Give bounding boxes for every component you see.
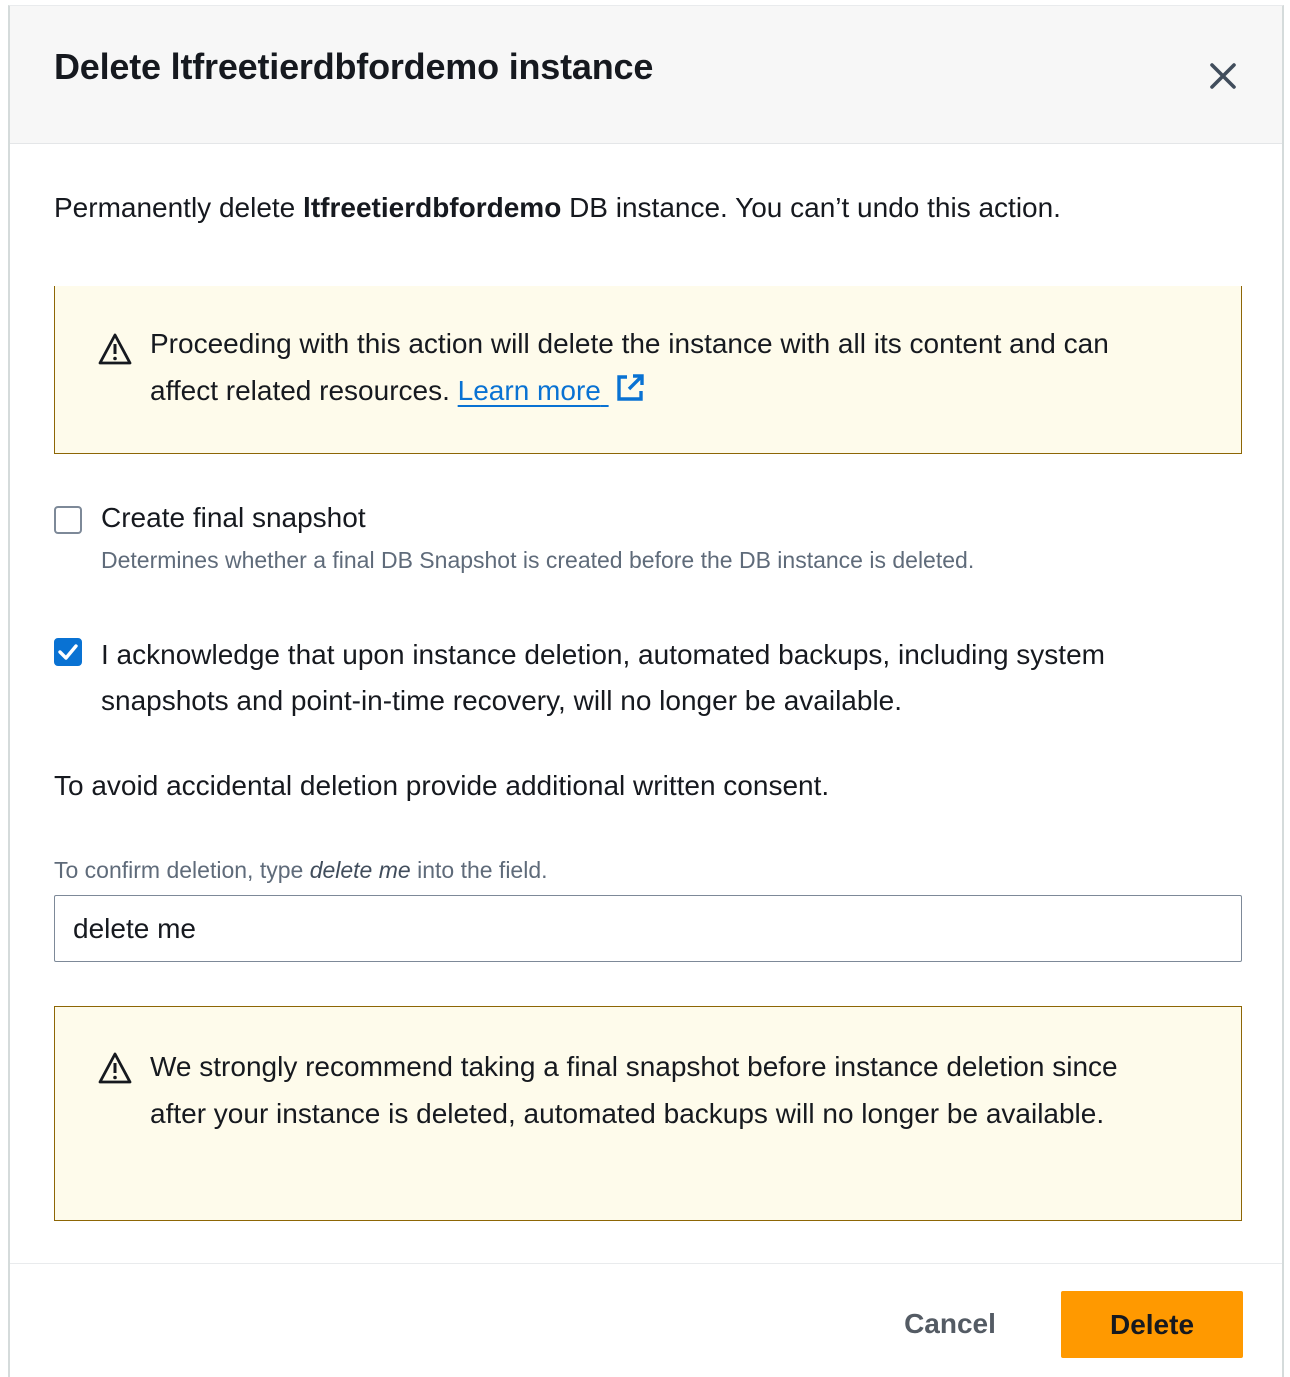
create-final-snapshot-label: Create final snapshot: [101, 502, 366, 533]
create-final-snapshot-description: Determines whether a final DB Snapshot i…: [101, 547, 975, 573]
checkmark-icon: [58, 644, 78, 660]
intro-suffix: DB instance. You can’t undo this action.: [561, 192, 1061, 223]
consent-text: To avoid accidental deletion provide add…: [54, 770, 830, 801]
recommend-alert-text: We strongly recommend taking a final sna…: [150, 1051, 1118, 1129]
confirm-label-prefix: To confirm deletion, type: [54, 857, 310, 883]
confirm-keyword: delete me: [309, 857, 411, 883]
warning-alert-text: Proceeding with this action will delete …: [150, 320, 1181, 414]
dialog-header: Delete ltfreetierdbfordemo instance: [10, 6, 1282, 144]
warning-alert: Proceeding with this action will delete …: [54, 286, 1242, 454]
learn-more-label: Learn more: [457, 375, 601, 406]
close-button[interactable]: [1203, 56, 1243, 96]
intro-text: Permanently delete ltfreetierdbfordemo D…: [54, 192, 1061, 224]
delete-button[interactable]: Delete: [1061, 1291, 1243, 1358]
confirm-label-suffix: into the field.: [410, 857, 548, 883]
footer-divider: [10, 1263, 1282, 1264]
warning-icon: [98, 333, 132, 365]
delete-instance-dialog: Delete ltfreetierdbfordemo instance Perm…: [8, 5, 1284, 1377]
external-link-icon: [616, 374, 644, 401]
dialog-title: Delete ltfreetierdbfordemo instance: [54, 46, 654, 87]
create-final-snapshot-checkbox[interactable]: [54, 506, 82, 534]
close-icon: [1210, 63, 1236, 89]
confirm-field-label: To confirm deletion, type delete me into…: [54, 857, 548, 884]
intro-prefix: Permanently delete: [54, 192, 304, 223]
cancel-button[interactable]: Cancel: [882, 1293, 1018, 1355]
warning-icon: [98, 1052, 132, 1084]
recommend-snapshot-alert: We strongly recommend taking a final sna…: [54, 1006, 1242, 1221]
acknowledge-checkbox[interactable]: [54, 638, 82, 666]
instance-name: ltfreetierdbfordemo: [303, 192, 562, 223]
learn-more-link[interactable]: Learn more: [458, 375, 609, 406]
acknowledge-label: I acknowledge that upon instance deletio…: [101, 639, 1105, 716]
confirm-deletion-input[interactable]: [54, 895, 1242, 962]
